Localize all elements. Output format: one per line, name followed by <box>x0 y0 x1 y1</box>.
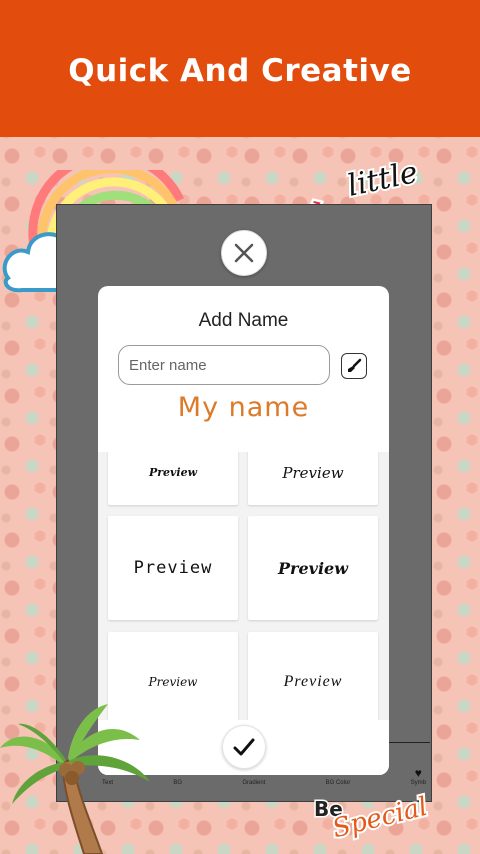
font-option-label: Preview <box>133 558 213 578</box>
sticker-text-special: Special <box>330 792 431 842</box>
checkmark-icon <box>233 738 255 756</box>
font-option-label: Preview <box>282 463 344 482</box>
toolbar-item-bg[interactable]: BG <box>173 780 182 786</box>
name-preview-text: My name <box>177 392 310 423</box>
close-icon <box>234 243 254 263</box>
sticker-text-little: little <box>344 162 420 204</box>
header-banner: Quick And Creative <box>0 0 480 137</box>
confirm-button[interactable] <box>222 725 266 769</box>
paintbrush-icon <box>348 358 362 372</box>
font-option-label: Preview <box>148 466 198 479</box>
font-option[interactable]: Preview <box>108 516 238 620</box>
font-style-button[interactable] <box>341 353 367 379</box>
name-input[interactable] <box>118 345 330 385</box>
palm-tree-sticker <box>0 704 150 854</box>
be-special-sticker: Be Special <box>313 790 433 842</box>
toolbar-item-gradient[interactable]: Gradient <box>242 780 265 786</box>
dialog-title: Add Name <box>198 310 289 331</box>
header-title: Quick And Creative <box>68 52 412 89</box>
font-option[interactable]: Preview <box>248 632 378 720</box>
font-option-label: Preview <box>278 558 348 578</box>
font-option[interactable]: Preview <box>248 516 378 620</box>
font-option-label: Preview <box>148 675 198 689</box>
font-grid: Preview Preview Preview Preview Preview … <box>98 452 389 720</box>
font-option[interactable]: Preview <box>108 452 238 505</box>
font-option[interactable]: Preview <box>248 452 378 505</box>
font-option-label: Preview <box>283 673 343 690</box>
close-button[interactable] <box>221 230 267 276</box>
